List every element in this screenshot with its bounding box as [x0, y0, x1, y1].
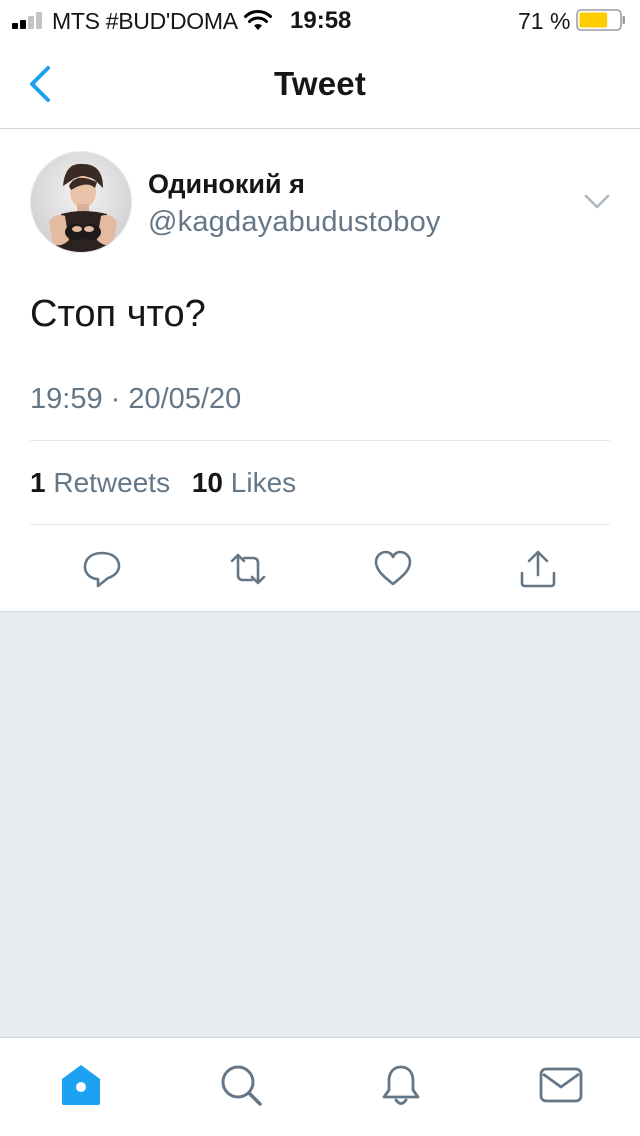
retweets-count: 1: [30, 467, 46, 498]
status-bar: MTS #BUD'DOMA 19:58 71 %: [0, 0, 640, 40]
cellular-signal-icon: [12, 11, 48, 29]
divider: [30, 524, 610, 525]
tweet-timestamp: 19:59 · 20/05/20: [30, 383, 242, 415]
tweet-actions: [0, 549, 640, 589]
battery-percentage: 71 %: [518, 8, 571, 34]
battery-icon: [576, 9, 625, 31]
share-icon[interactable]: [518, 549, 558, 589]
search-icon[interactable]: [218, 1062, 264, 1108]
avatar[interactable]: [30, 151, 132, 253]
tweet-stats: 1 Retweets 10 Likes: [30, 467, 310, 499]
status-time: 19:58: [290, 7, 352, 34]
likes-label: Likes: [230, 467, 297, 498]
tweet-text: Стоп что?: [30, 293, 206, 335]
carrier-name: MTS #BUD'DOMA: [52, 8, 238, 34]
reply-icon[interactable]: [82, 549, 122, 589]
page-title: Tweet: [273, 65, 367, 102]
navigation-bar: Tweet: [0, 40, 640, 129]
chevron-down-icon[interactable]: [584, 193, 610, 211]
retweet-icon[interactable]: [228, 549, 268, 589]
retweets-stat[interactable]: 1 Retweets: [30, 467, 170, 498]
divider: [30, 440, 610, 441]
wifi-icon: [244, 9, 272, 30]
tab-bar: [0, 1037, 640, 1136]
notifications-icon[interactable]: [378, 1062, 424, 1108]
like-icon[interactable]: [373, 549, 413, 589]
likes-count: 10: [191, 467, 224, 498]
likes-stat[interactable]: 10 Likes: [192, 467, 296, 498]
author-handle[interactable]: @kagdayabudustoboy: [148, 206, 441, 239]
retweets-label: Retweets: [53, 467, 171, 498]
home-icon[interactable]: [58, 1062, 104, 1108]
messages-icon[interactable]: [538, 1062, 584, 1108]
author-name[interactable]: Одинокий я: [148, 169, 305, 200]
tweet-detail: Одинокий я @kagdayabudustoboy Стоп что? …: [0, 129, 640, 612]
